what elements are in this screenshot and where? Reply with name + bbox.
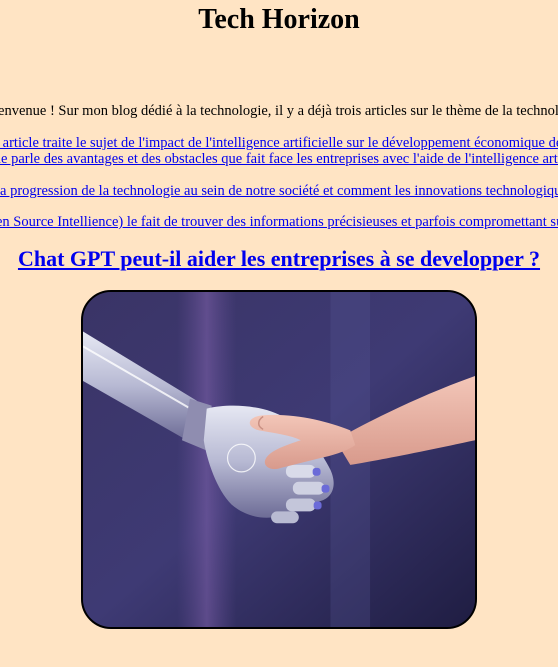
handshake-illustration	[83, 292, 475, 627]
article-link-tech-progress[interactable]: la progression de la technologie au sein…	[0, 183, 558, 199]
article-link-ai-business[interactable]: le parle des avantages et des obstacles …	[0, 151, 558, 167]
article-link-osint[interactable]: en Source Intellience) le fait de trouve…	[0, 214, 558, 230]
feature-heading: Chat GPT peut-il aider les entreprises à…	[0, 246, 558, 272]
page: Tech Horizon ienvenue ! Sur mon blog déd…	[0, 0, 558, 667]
intro-text: ienvenue ! Sur mon blog dédié à la techn…	[0, 103, 558, 119]
article-link-ai-economy[interactable]: t article traite le sujet de l'impact de…	[0, 135, 558, 151]
site-title: Tech Horizon	[198, 4, 360, 35]
hero-image[interactable]	[81, 290, 477, 629]
feature-title-link[interactable]: Chat GPT peut-il aider les entreprises à…	[18, 246, 540, 271]
